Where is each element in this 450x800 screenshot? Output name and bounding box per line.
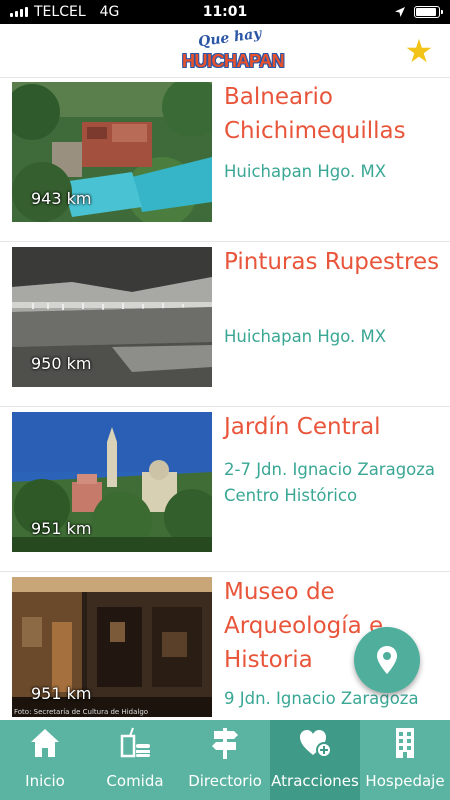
photo-credit: Foto: Secretaría de Cultura de Hidalgo bbox=[14, 708, 149, 716]
town-square-photo: 951 km bbox=[12, 412, 212, 552]
distance-label: 951 km bbox=[31, 519, 92, 538]
app-header: Que hay HUICHAPAN ★ bbox=[0, 24, 450, 78]
status-bar: TELCEL 4G 11:01 bbox=[0, 0, 450, 24]
nav-item-atracciones[interactable]: Atracciones bbox=[270, 720, 360, 800]
hotel-icon bbox=[396, 728, 414, 758]
distance-label: 951 km bbox=[31, 684, 92, 703]
attraction-title[interactable]: Balneario Chichimequillas bbox=[224, 80, 444, 148]
location-arrow-icon bbox=[395, 7, 405, 17]
pool-resort-photo: 943 km bbox=[12, 82, 212, 222]
nav-label: Comida bbox=[106, 772, 164, 790]
distance-label: 943 km bbox=[31, 189, 92, 208]
rock-paintings-photo: 950 km bbox=[12, 247, 212, 387]
distance-label: 950 km bbox=[31, 354, 92, 373]
network-label: 4G bbox=[99, 4, 120, 20]
battery-level bbox=[416, 8, 436, 16]
favorite-star-icon[interactable]: ★ bbox=[402, 34, 436, 68]
map-fab-button[interactable] bbox=[354, 627, 420, 693]
attraction-address: Huichapan Hgo. MX bbox=[224, 162, 387, 181]
attractions-list[interactable]: 943 km Balneario Chichimequillas Huichap… bbox=[0, 78, 450, 720]
logo-main-text: HUICHAPAN bbox=[182, 50, 285, 71]
app-logo[interactable]: Que hay HUICHAPAN bbox=[182, 25, 285, 74]
attraction-address: 9 Jdn. Ignacio Zaragoza bbox=[224, 689, 419, 708]
list-item[interactable]: 943 km Balneario Chichimequillas Huichap… bbox=[0, 78, 450, 242]
list-item[interactable]: 951 km Jardín Central 2-7 Jdn. Ignacio Z… bbox=[0, 407, 450, 572]
attraction-address: 2-7 Jdn. Ignacio Zaragoza Centro Históri… bbox=[224, 460, 436, 505]
nav-item-directorio[interactable]: Directorio bbox=[180, 720, 270, 800]
museum-interior-photo: Foto: Secretaría de Cultura de Hidalgo 9… bbox=[12, 577, 212, 717]
nav-item-hospedaje[interactable]: Hospedaje bbox=[360, 720, 450, 800]
battery-icon bbox=[414, 6, 443, 18]
signal-icon bbox=[10, 7, 28, 17]
nav-label: Hospedaje bbox=[365, 772, 445, 790]
nav-label: Inicio bbox=[25, 772, 65, 790]
carrier-label: TELCEL bbox=[34, 4, 86, 20]
nav-item-inicio[interactable]: Inicio bbox=[0, 720, 90, 800]
nav-label: Directorio bbox=[188, 772, 262, 790]
logo-top-text: Que hay bbox=[197, 25, 263, 50]
attraction-title[interactable]: Jardín Central bbox=[224, 410, 444, 444]
signpost-icon bbox=[212, 728, 238, 759]
nav-label: Atracciones bbox=[271, 772, 359, 790]
map-pin-icon bbox=[377, 646, 397, 674]
attraction-title[interactable]: Pinturas Rupestres bbox=[224, 245, 444, 279]
home-icon bbox=[31, 729, 59, 757]
bottom-nav: Inicio Comida Directorio Atracciones Hos… bbox=[0, 720, 450, 800]
heart-plus-icon bbox=[300, 730, 332, 758]
nav-item-comida[interactable]: Comida bbox=[90, 720, 180, 800]
attraction-address: Huichapan Hgo. MX bbox=[224, 327, 387, 346]
status-left: TELCEL 4G bbox=[10, 4, 119, 20]
list-item[interactable]: 950 km Pinturas Rupestres Huichapan Hgo.… bbox=[0, 242, 450, 407]
food-drink-icon bbox=[120, 727, 150, 758]
status-right bbox=[394, 6, 443, 18]
